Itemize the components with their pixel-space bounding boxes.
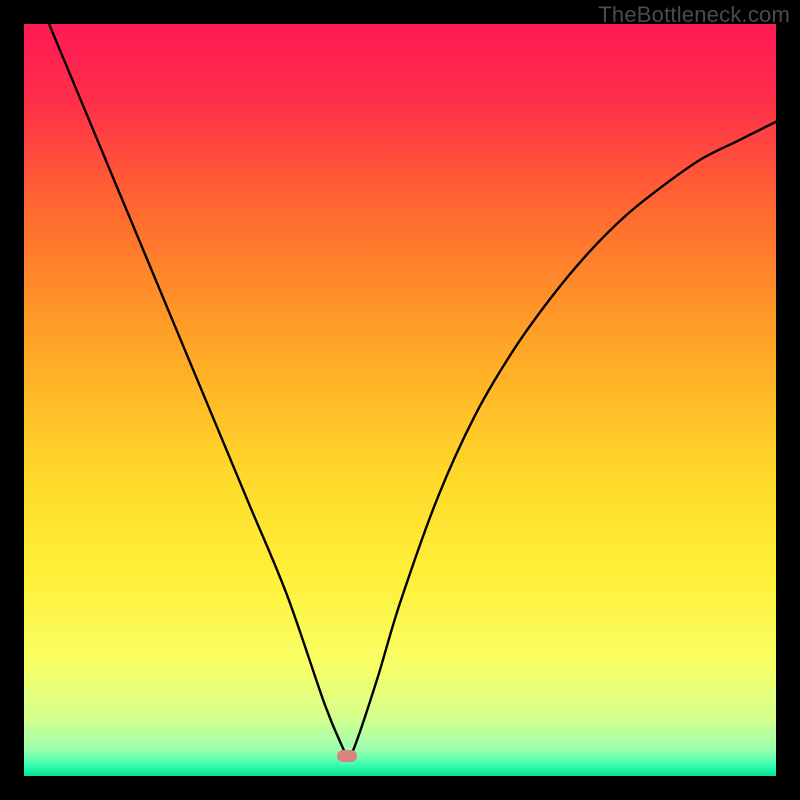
minimum-marker: [337, 750, 357, 762]
watermark-text: TheBottleneck.com: [598, 2, 790, 28]
plot-frame: [24, 24, 776, 776]
bottleneck-curve: [24, 24, 776, 776]
